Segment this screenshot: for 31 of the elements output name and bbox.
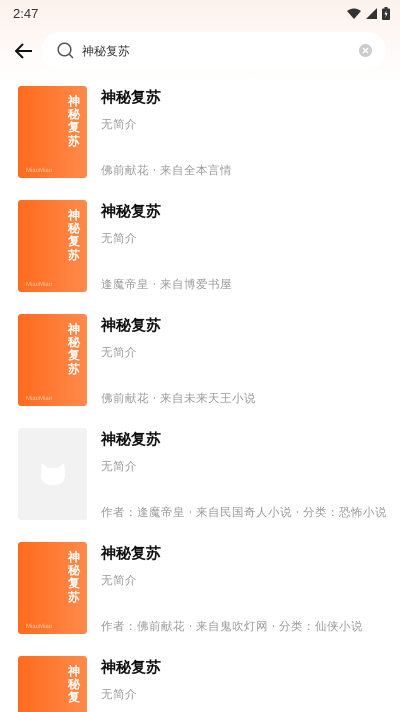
status-time: 2:47 [13,6,38,20]
battery-icon [382,6,390,20]
search-field[interactable]: 神秘复苏 [41,32,386,70]
cover-title: 神秘复 [68,665,80,705]
book-summary: 无简介 [101,117,138,132]
book-meta: 作者：佛前献花 · 来自鬼吹灯网 · 分类：仙侠小说 [101,619,364,634]
book-meta: 逢魔帝皇 · 来自博爱书屋 [101,277,233,292]
book-meta: 作者：逢魔帝皇 · 来自民国奇人小说 · 分类：恐怖小说 [101,505,386,520]
book-title: 神秘复苏 [101,202,162,221]
search-icon [57,42,74,59]
cover-title: 神秘复苏 [68,323,80,376]
book-summary: 无简介 [101,459,138,474]
book-summary: 无简介 [101,231,138,246]
book-meta: 佛前献花 · 来自全本言情 [101,163,233,178]
cover-title: 神秘复苏 [68,551,80,604]
book-summary: 无简介 [101,687,138,702]
wifi-icon [347,8,361,18]
signal-icon [366,8,377,18]
book-title: 神秘复苏 [101,544,162,563]
book-summary: 无简介 [101,573,138,588]
back-icon[interactable] [15,43,33,59]
cover-title: 神秘复苏 [68,95,80,148]
book-result[interactable]: 神秘复苏 无简介 作者：逢魔帝皇 · 来自民国奇人小说 · 分类：恐怖小说 [0,424,400,538]
book-summary: 无简介 [101,345,138,360]
book-title: 神秘复苏 [101,658,162,677]
cover-title: 神秘复苏 [68,209,80,262]
book-title: 神秘复苏 [101,88,162,107]
book-meta: 佛前献花 · 来自未来天王小说 [101,391,257,406]
book-result[interactable]: 神秘复 神秘复苏 无简介 [0,652,400,712]
book-title: 神秘复苏 [101,316,162,335]
book-title: 神秘复苏 [101,430,162,449]
